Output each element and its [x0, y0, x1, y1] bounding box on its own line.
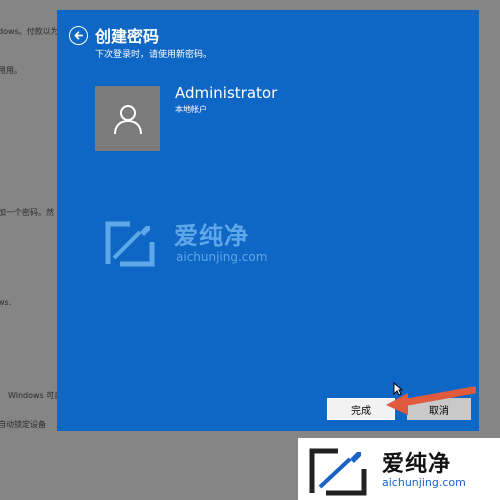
bg-text-line: 自动锁定设备	[0, 420, 46, 429]
watermark-center: 爱纯净 aichunjing.com	[100, 214, 320, 276]
back-button[interactable]	[69, 26, 88, 45]
watermark-url: aichunjing.com	[382, 476, 466, 489]
watermark-brand: 爱纯净	[174, 222, 249, 250]
dialog-subtitle: 下次登录时，请使用新密码。	[95, 50, 213, 60]
watermark-brand: 爱纯净	[382, 452, 452, 477]
account-type: 本地帐户	[175, 105, 207, 114]
watermark-url: aichunjing.com	[176, 250, 268, 264]
watermark-corner: 爱纯净 aichunjing.com	[298, 438, 500, 500]
avatar	[95, 86, 160, 151]
logo-icon	[105, 221, 155, 267]
red-arrow-icon	[386, 386, 476, 415]
dialog-title: 创建密码	[95, 27, 160, 46]
account-name: Administrator	[175, 84, 278, 102]
bg-text-line: dows。付款以为	[0, 27, 59, 36]
logo-icon	[309, 448, 367, 496]
user-icon	[113, 104, 142, 134]
bg-text-line: 用用。	[0, 66, 22, 75]
back-arrow-icon	[74, 31, 83, 40]
bg-text-line: Windows 可自	[8, 391, 63, 400]
bg-text-line: 加一个密码。然	[0, 208, 54, 217]
bg-text-line: ws.	[0, 298, 12, 307]
